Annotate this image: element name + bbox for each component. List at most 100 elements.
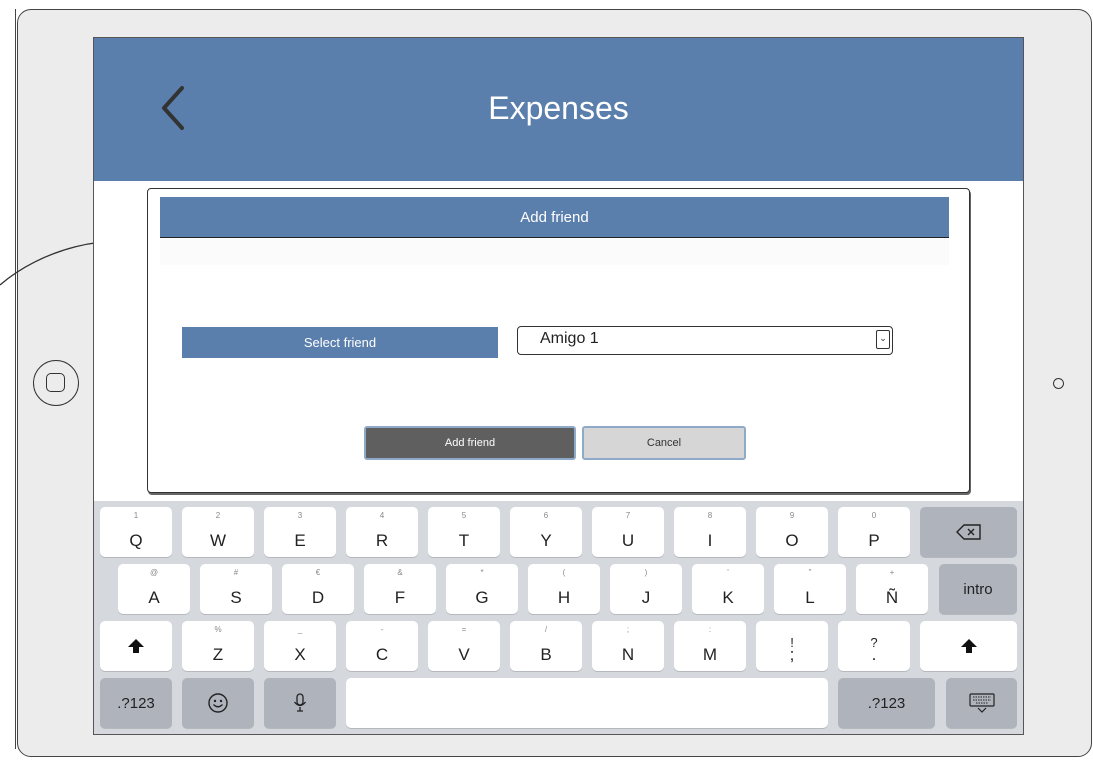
key-label: W	[209, 531, 227, 550]
key-label: Y	[540, 531, 552, 550]
key-sub: *	[480, 568, 484, 577]
app-screen: Expenses Add friend Select friend Amigo …	[93, 37, 1024, 735]
key-s[interactable]: # S	[200, 564, 272, 614]
key-k[interactable]: ' K	[692, 564, 764, 614]
on-screen-keyboard: 1Q 2W 3E 4R 5T 6Y 7U 8I 9O 0P @ A # S € D &…	[94, 501, 1023, 734]
key-u[interactable]: 7U	[592, 507, 664, 557]
key-label: D	[311, 588, 325, 607]
key-y[interactable]: 6Y	[510, 507, 582, 557]
key-x[interactable]: _ X	[264, 621, 336, 671]
friend-select[interactable]: Amigo 1 ⌄	[517, 326, 893, 355]
key-sub: @	[149, 568, 159, 577]
key-label: T	[458, 531, 470, 550]
key-z[interactable]: % Z	[182, 621, 254, 671]
key-label: J	[641, 588, 651, 607]
key-label: L	[805, 588, 815, 607]
app-bar: Expenses	[94, 38, 1023, 181]
numeric-left-key[interactable]: .?123	[100, 678, 172, 728]
key-sub: 9	[789, 511, 795, 520]
key-label: P	[868, 531, 880, 550]
key-sub: ;	[626, 625, 630, 634]
dialog-subheader	[160, 239, 949, 265]
key-q[interactable]: 1Q	[100, 507, 172, 557]
key-e[interactable]: 3E	[264, 507, 336, 557]
home-icon	[46, 373, 65, 392]
key-sub: )	[644, 568, 648, 577]
key-label: N	[621, 645, 635, 664]
key-sub: -	[380, 625, 384, 634]
home-button[interactable]	[33, 360, 79, 406]
key-label: I	[707, 531, 713, 550]
key-f[interactable]: & F	[364, 564, 436, 614]
key-p[interactable]: 0P	[838, 507, 910, 557]
key-label: R	[375, 531, 389, 550]
key-m[interactable]: :M	[674, 621, 746, 671]
key-c[interactable]: -C	[346, 621, 418, 671]
chevron-down-icon[interactable]: ⌄	[876, 330, 890, 349]
shift-right-key[interactable]	[920, 621, 1017, 671]
friend-select-value: Amigo 1	[540, 330, 599, 347]
key-label: X	[294, 645, 306, 664]
dialog-title: Add friend	[160, 197, 949, 238]
key-sub: 6	[543, 511, 549, 520]
key-d[interactable]: € D	[282, 564, 354, 614]
key-b[interactable]: / B	[510, 621, 582, 671]
key-n[interactable]: ; N	[592, 621, 664, 671]
key-label: B	[540, 645, 552, 664]
shift-icon	[960, 639, 977, 653]
key-label: F	[394, 588, 406, 607]
key-label: M	[702, 645, 718, 664]
key-n-tilde[interactable]: + Ñ	[856, 564, 928, 614]
backspace-icon	[955, 524, 981, 540]
key-sub: +	[889, 568, 895, 577]
key-label: Ñ	[885, 588, 899, 607]
shift-left-key[interactable]	[100, 621, 172, 671]
key-l[interactable]: " L	[774, 564, 846, 614]
cancel-button[interactable]: Cancel	[582, 426, 746, 460]
key-sub: &	[397, 568, 403, 577]
key-sub: (	[562, 568, 566, 577]
add-friend-button[interactable]: Add friend	[364, 426, 576, 460]
key-w[interactable]: 2W	[182, 507, 254, 557]
backspace-key[interactable]	[920, 507, 1017, 557]
key-label: E	[294, 531, 306, 550]
key-sub: _	[297, 625, 303, 634]
key-label: G	[475, 588, 489, 607]
key-sub: :	[708, 625, 712, 634]
key-g[interactable]: * G	[446, 564, 518, 614]
key-sub: '	[727, 568, 729, 577]
numeric-right-key[interactable]: .?123	[838, 678, 935, 728]
key-sub: 7	[625, 511, 631, 520]
key-sub: /	[544, 625, 548, 634]
numeric-key-label: .?123	[867, 694, 906, 712]
space-bar[interactable]	[346, 678, 828, 728]
intro-key-label: intro	[963, 580, 993, 598]
key-exclaim-semicolon[interactable]: !;	[756, 621, 828, 671]
key-i[interactable]: 8I	[674, 507, 746, 557]
key-question-period[interactable]: ?.	[838, 621, 910, 671]
key-sub: "	[808, 568, 812, 577]
key-label: .	[871, 645, 877, 664]
intro-key[interactable]: intro	[939, 564, 1017, 614]
hide-keyboard-key[interactable]	[946, 678, 1017, 728]
key-label: V	[458, 645, 470, 664]
emoji-key[interactable]	[182, 678, 254, 728]
camera-icon	[1053, 378, 1064, 389]
numeric-key-label: .?123	[117, 694, 155, 712]
microphone-key[interactable]	[264, 678, 336, 728]
key-h[interactable]: (H	[528, 564, 600, 614]
key-label: S	[230, 588, 242, 607]
key-j[interactable]: ) J	[610, 564, 682, 614]
key-sub: #	[233, 568, 239, 577]
key-sub: 2	[215, 511, 221, 520]
key-sub: 4	[379, 511, 385, 520]
key-a[interactable]: @ A	[118, 564, 190, 614]
key-sub: %	[214, 625, 222, 634]
key-sub: 5	[461, 511, 467, 520]
key-label: Q	[129, 531, 143, 550]
key-label: ;	[789, 645, 795, 664]
key-t[interactable]: 5T	[428, 507, 500, 557]
key-r[interactable]: 4R	[346, 507, 418, 557]
key-o[interactable]: 9O	[756, 507, 828, 557]
key-v[interactable]: = V	[428, 621, 500, 671]
